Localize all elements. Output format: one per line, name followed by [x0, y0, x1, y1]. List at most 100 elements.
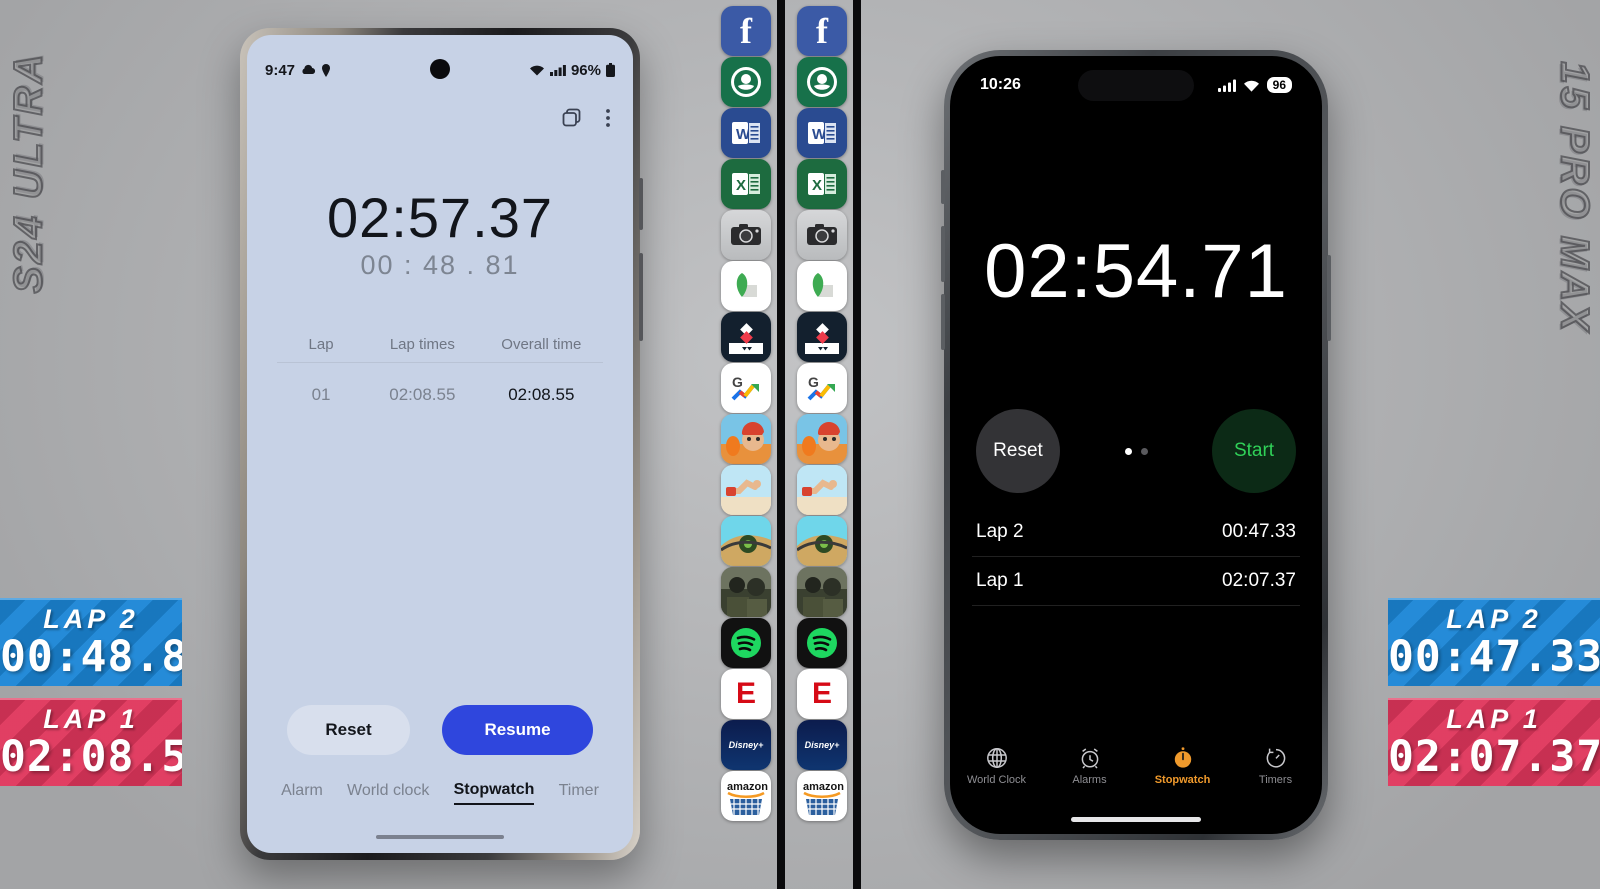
- samsung-galaxy-s24-ultra-device: 9:47 96% 02:57.37 00: 48 . 81 Lap Lap t…: [240, 28, 643, 860]
- iphone-stopwatch-main-time: 02:54.71: [984, 229, 1288, 314]
- svg-text:G: G: [732, 374, 743, 390]
- call-of-duty-icon: [721, 567, 771, 617]
- wifi-icon: [529, 64, 545, 76]
- flip-diving-icon: [721, 465, 771, 515]
- iphone-tab-world-clock[interactable]: World Clock: [957, 746, 1037, 786]
- svg-text:X: X: [736, 177, 746, 194]
- samsung-volume-button[interactable]: [639, 178, 643, 230]
- page-indicator-dots[interactable]: [1124, 447, 1148, 455]
- iphone-volume-up-button[interactable]: [941, 226, 945, 282]
- lap-label: Lap 1: [976, 570, 1024, 591]
- column-header-lap-times: Lap times: [389, 336, 455, 353]
- overflow-menu-icon[interactable]: [605, 107, 611, 129]
- starbucks-icon: [797, 57, 847, 107]
- call-of-duty-icon: [797, 567, 847, 617]
- iphone-status-time: 10:26: [980, 76, 1021, 93]
- iphone-home-indicator[interactable]: [1071, 817, 1201, 822]
- right-lap2-banner-time: 00:47.33: [1388, 632, 1600, 682]
- samsung-power-button[interactable]: [639, 253, 643, 341]
- cellular-signal-icon: [1217, 79, 1236, 92]
- samsung-stopwatch-main-time: 02:57.37: [327, 186, 553, 249]
- left-lap1-banner: LAP 1 02:08.55: [0, 698, 182, 787]
- right-lap1-banner-label: LAP 1: [1446, 704, 1542, 734]
- subway-surfers-icon: [721, 414, 771, 464]
- subway-surfers-icon: [797, 414, 847, 464]
- samsung-status-time: 9:47: [265, 61, 296, 79]
- svg-text:W: W: [736, 126, 751, 143]
- iphone-screen: 10:26 96 02:54.71 Reset Start Lap 2 00:4…: [950, 56, 1322, 834]
- microsoft-word-icon: W: [721, 108, 771, 158]
- cloud-icon: [300, 64, 316, 76]
- comparison-scene: S24 ULTRA 15 PRO MAX LAP 2 00:48.81 LAP …: [0, 0, 1600, 889]
- samsung-gesture-navbar[interactable]: [376, 835, 504, 839]
- list-item: Lap 1 02:07.37: [972, 557, 1300, 606]
- iphone-volume-down-button[interactable]: [941, 294, 945, 350]
- samsung-tab-stopwatch[interactable]: Stopwatch: [453, 781, 535, 805]
- samsung-tab-world-clock[interactable]: World clock: [347, 782, 429, 804]
- samsung-tab-alarm[interactable]: Alarm: [281, 782, 323, 804]
- app-icon-column-left: f W X G E Disney+ amazon: [719, 0, 773, 889]
- samsung-stopwatch-current-lap-time: 00 : 48 . 81: [360, 250, 520, 280]
- svg-text:G: G: [808, 374, 819, 390]
- iphone-tab-stopwatch[interactable]: Stopwatch: [1143, 746, 1223, 786]
- espn-icon: E: [721, 669, 771, 719]
- disney-plus-icon: Disney+: [797, 720, 847, 770]
- iphone-lap-list: Lap 2 00:47.33 Lap 1 02:07.37: [972, 508, 1300, 606]
- iphone-action-button[interactable]: [941, 170, 945, 204]
- left-lap2-banner-time: 00:48.81: [0, 632, 182, 682]
- left-device-wordmark: S24 ULTRA: [5, 51, 51, 295]
- list-item: Lap 2 00:47.33: [972, 508, 1300, 557]
- lap-time: 02:07.37: [1222, 570, 1296, 591]
- disney-plus-icon: Disney+: [721, 720, 771, 770]
- amazon-icon: amazon: [797, 771, 847, 821]
- google-trends-icon: G: [797, 363, 847, 413]
- cellular-signal-icon: [549, 64, 566, 76]
- iphone-tab-label: Stopwatch: [1154, 774, 1211, 786]
- camera-icon: [721, 210, 771, 260]
- iphone-tab-label: World Clock: [966, 774, 1027, 786]
- lap-label: Lap 2: [976, 521, 1024, 542]
- iphone-status-bar: 10:26 96: [950, 72, 1322, 98]
- lap-overall-time: 02:08.55: [508, 385, 575, 404]
- right-lap2-banner: LAP 2 00:47.33: [1388, 598, 1600, 687]
- svg-text:X: X: [812, 177, 822, 194]
- samsung-resume-button[interactable]: Resume: [442, 705, 593, 755]
- microsoft-excel-icon: X: [721, 159, 771, 209]
- timer-icon: [1264, 746, 1288, 770]
- wombo-icon: [721, 312, 771, 362]
- samsung-reset-button[interactable]: Reset: [287, 705, 410, 755]
- iphone-tab-alarms[interactable]: Alarms: [1050, 746, 1130, 786]
- app-icon-column-right: f W X G E Disney+ amazon: [795, 0, 849, 889]
- iphone-reset-button[interactable]: Reset: [976, 409, 1060, 493]
- lap-split-time: 02:08.55: [389, 385, 456, 404]
- column-header-overall-time: Overall time: [501, 336, 582, 353]
- globe-icon: [985, 746, 1009, 770]
- microsoft-word-icon: W: [797, 108, 847, 158]
- iphone-start-button[interactable]: Start: [1212, 409, 1296, 493]
- page-dot-2[interactable]: [1140, 447, 1148, 455]
- iphone-15-pro-max-device: 10:26 96 02:54.71 Reset Start Lap 2 00:4…: [941, 50, 1331, 840]
- iphone-tab-label: Timers: [1258, 774, 1293, 786]
- page-dot-1[interactable]: [1124, 447, 1132, 455]
- iphone-clock-tabbar: World Clock Alarms Stopwatch Timers: [950, 742, 1322, 798]
- left-lap2-banner: LAP 2 00:48.81: [0, 598, 182, 687]
- strip-divider-right: [853, 0, 861, 889]
- samsung-lap-table-header: Lap Lap times Overall time: [277, 327, 603, 363]
- iphone-power-button[interactable]: [1327, 255, 1331, 341]
- left-lap1-banner-time: 02:08.55: [0, 732, 182, 782]
- iphone-tab-timers[interactable]: Timers: [1236, 746, 1316, 786]
- samsung-stopwatch-controls: Reset Resume: [247, 705, 633, 755]
- snapseed-icon: [721, 261, 771, 311]
- table-row: 01 02:08.55 02:08.55: [277, 363, 603, 414]
- multi-window-icon[interactable]: [561, 107, 583, 129]
- column-header-lap: Lap: [308, 336, 334, 353]
- amazon-icon: amazon: [721, 771, 771, 821]
- facebook-icon: f: [721, 6, 771, 56]
- right-lap1-banner: LAP 1 02:07.37: [1388, 698, 1600, 787]
- samsung-app-topbar: [561, 107, 611, 129]
- left-lap1-banner-label: LAP 1: [43, 704, 139, 734]
- samsung-tab-timer[interactable]: Timer: [559, 782, 599, 804]
- google-trends-icon: G: [721, 363, 771, 413]
- spotify-icon: [721, 618, 771, 668]
- hill-climb-racing-icon: [721, 516, 771, 566]
